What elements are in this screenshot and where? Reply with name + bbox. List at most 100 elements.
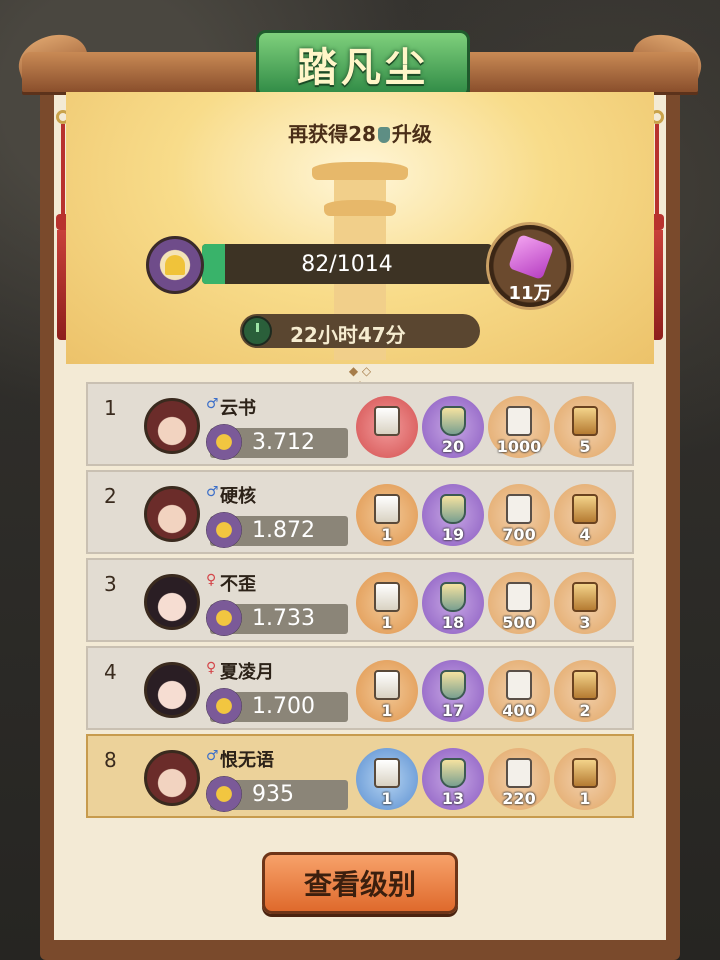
prize-count: 1 bbox=[579, 789, 591, 808]
ranking-row[interactable]: 2 ♂ 硬核 1.872 1 19 700 4 bbox=[86, 470, 634, 554]
view-levels-button[interactable]: 查看级别 bbox=[262, 852, 458, 914]
upgrade-hint-suffix: 升级 bbox=[391, 122, 432, 146]
prize-count: 1 bbox=[381, 701, 393, 720]
divider-ornament-icon: ◆ ◇ ◆ bbox=[348, 364, 372, 392]
score-value: 1.733 bbox=[252, 606, 315, 631]
prize-token[interactable]: 17 bbox=[422, 660, 484, 722]
prize-count: 2 bbox=[579, 701, 591, 720]
avatar[interactable] bbox=[144, 486, 200, 542]
prize-count: 1 bbox=[381, 525, 393, 544]
book-icon bbox=[374, 494, 400, 524]
prize-dice[interactable]: 220 bbox=[488, 748, 550, 810]
rank-emblem-icon bbox=[206, 512, 242, 548]
score-value: 1.872 bbox=[252, 518, 315, 543]
treasure-chest-icon bbox=[572, 582, 598, 612]
prize-count: 13 bbox=[441, 789, 465, 808]
prize-book[interactable]: 1 bbox=[356, 660, 418, 722]
prize-token[interactable]: 18 bbox=[422, 572, 484, 634]
player-name: 不歪 bbox=[220, 574, 256, 595]
prize-count: 700 bbox=[502, 525, 536, 544]
prize-book[interactable]: 1 bbox=[356, 572, 418, 634]
ranking-row[interactable]: 4 ♀ 夏凌月 1.700 1 17 400 2 bbox=[86, 646, 634, 730]
prize-dice[interactable]: 500 bbox=[488, 572, 550, 634]
score-box: 1.872 bbox=[206, 512, 348, 548]
treasure-chest-icon bbox=[572, 406, 598, 436]
avatar[interactable] bbox=[144, 398, 200, 454]
score-box: 3.712 bbox=[206, 424, 348, 460]
prize-chest[interactable]: 2 bbox=[554, 660, 616, 722]
rank-number: 4 bbox=[104, 660, 117, 684]
player-name: 硬核 bbox=[220, 486, 256, 507]
prize-count: 19 bbox=[441, 525, 465, 544]
rank-number: 3 bbox=[104, 572, 117, 596]
rank-emblem-icon bbox=[146, 236, 204, 294]
prize-count: 18 bbox=[441, 613, 465, 632]
treasure-chest-icon bbox=[572, 670, 598, 700]
dice-icon bbox=[506, 758, 532, 788]
prize-chest[interactable]: 3 bbox=[554, 572, 616, 634]
token-icon bbox=[440, 670, 466, 700]
score-value: 935 bbox=[252, 782, 294, 807]
frame-bottom bbox=[54, 940, 666, 960]
rank-number: 2 bbox=[104, 484, 117, 508]
avatar[interactable] bbox=[144, 662, 200, 718]
male-icon: ♂ bbox=[206, 396, 219, 412]
score-value: 3.712 bbox=[252, 430, 315, 455]
prize-chest[interactable]: 4 bbox=[554, 484, 616, 546]
dice-icon bbox=[506, 582, 532, 612]
prize-dice[interactable]: 700 bbox=[488, 484, 550, 546]
ranking-row-self[interactable]: 8 ♂ 恨无语 935 1 13 220 1 bbox=[86, 734, 634, 818]
prize-chest[interactable]: 1 bbox=[554, 748, 616, 810]
level-progress-bar: 82/1014 bbox=[202, 244, 492, 284]
prize-token[interactable]: 13 bbox=[422, 748, 484, 810]
dice-icon bbox=[506, 670, 532, 700]
ranking-row[interactable]: 3 ♀ 不歪 1.733 1 18 500 3 bbox=[86, 558, 634, 642]
countdown-text: 22小时47分 bbox=[290, 323, 406, 347]
prize-count: 1000 bbox=[496, 437, 542, 456]
rank-number: 8 bbox=[104, 748, 117, 772]
prize-count: 3 bbox=[579, 613, 591, 632]
prize-book[interactable] bbox=[356, 396, 418, 458]
token-icon bbox=[440, 582, 466, 612]
avatar[interactable] bbox=[144, 574, 200, 630]
reward-amount: 11万 bbox=[508, 283, 552, 304]
prize-chest[interactable]: 5 bbox=[554, 396, 616, 458]
ranking-list: 1 ♂ 云书 3.712 20 1000 5 2 ♂ 硬核 1.872 1 19… bbox=[86, 382, 634, 822]
prize-dice[interactable]: 400 bbox=[488, 660, 550, 722]
prize-count: 220 bbox=[502, 789, 536, 808]
view-levels-label: 查看级别 bbox=[303, 868, 416, 901]
crystal-icon bbox=[507, 233, 555, 281]
prize-count: 4 bbox=[579, 525, 591, 544]
upgrade-hint-prefix: 再获得28 bbox=[288, 122, 376, 146]
prize-count: 20 bbox=[441, 437, 465, 456]
score-box: 1.733 bbox=[206, 600, 348, 636]
treasure-chest-icon bbox=[572, 494, 598, 524]
prize-token[interactable]: 19 bbox=[422, 484, 484, 546]
countdown-timer: 22小时47分 bbox=[240, 314, 480, 348]
avatar[interactable] bbox=[144, 750, 200, 806]
prize-book[interactable]: 1 bbox=[356, 748, 418, 810]
male-icon: ♂ bbox=[206, 748, 219, 764]
book-icon bbox=[374, 406, 400, 436]
player-name: 恨无语 bbox=[220, 750, 274, 771]
title-banner: 踏凡尘 bbox=[256, 30, 470, 98]
reward-badge[interactable]: 11万 bbox=[486, 222, 574, 310]
header-area: 再获得28 升级 82/1014 11万 22小时47分 bbox=[66, 92, 654, 364]
page-title: 踏凡尘 bbox=[297, 44, 429, 91]
book-icon bbox=[374, 758, 400, 788]
clock-icon bbox=[242, 316, 272, 346]
prize-count: 400 bbox=[502, 701, 536, 720]
book-icon bbox=[374, 582, 400, 612]
prize-count: 17 bbox=[441, 701, 465, 720]
ranking-row[interactable]: 1 ♂ 云书 3.712 20 1000 5 bbox=[86, 382, 634, 466]
upgrade-hint: 再获得28 升级 bbox=[66, 118, 654, 147]
male-icon: ♂ bbox=[206, 484, 219, 500]
token-icon bbox=[440, 758, 466, 788]
prize-dice[interactable]: 1000 bbox=[488, 396, 550, 458]
prize-count: 1 bbox=[381, 789, 393, 808]
prize-book[interactable]: 1 bbox=[356, 484, 418, 546]
book-icon bbox=[374, 670, 400, 700]
score-box: 1.700 bbox=[206, 688, 348, 724]
dice-icon bbox=[506, 494, 532, 524]
prize-token[interactable]: 20 bbox=[422, 396, 484, 458]
